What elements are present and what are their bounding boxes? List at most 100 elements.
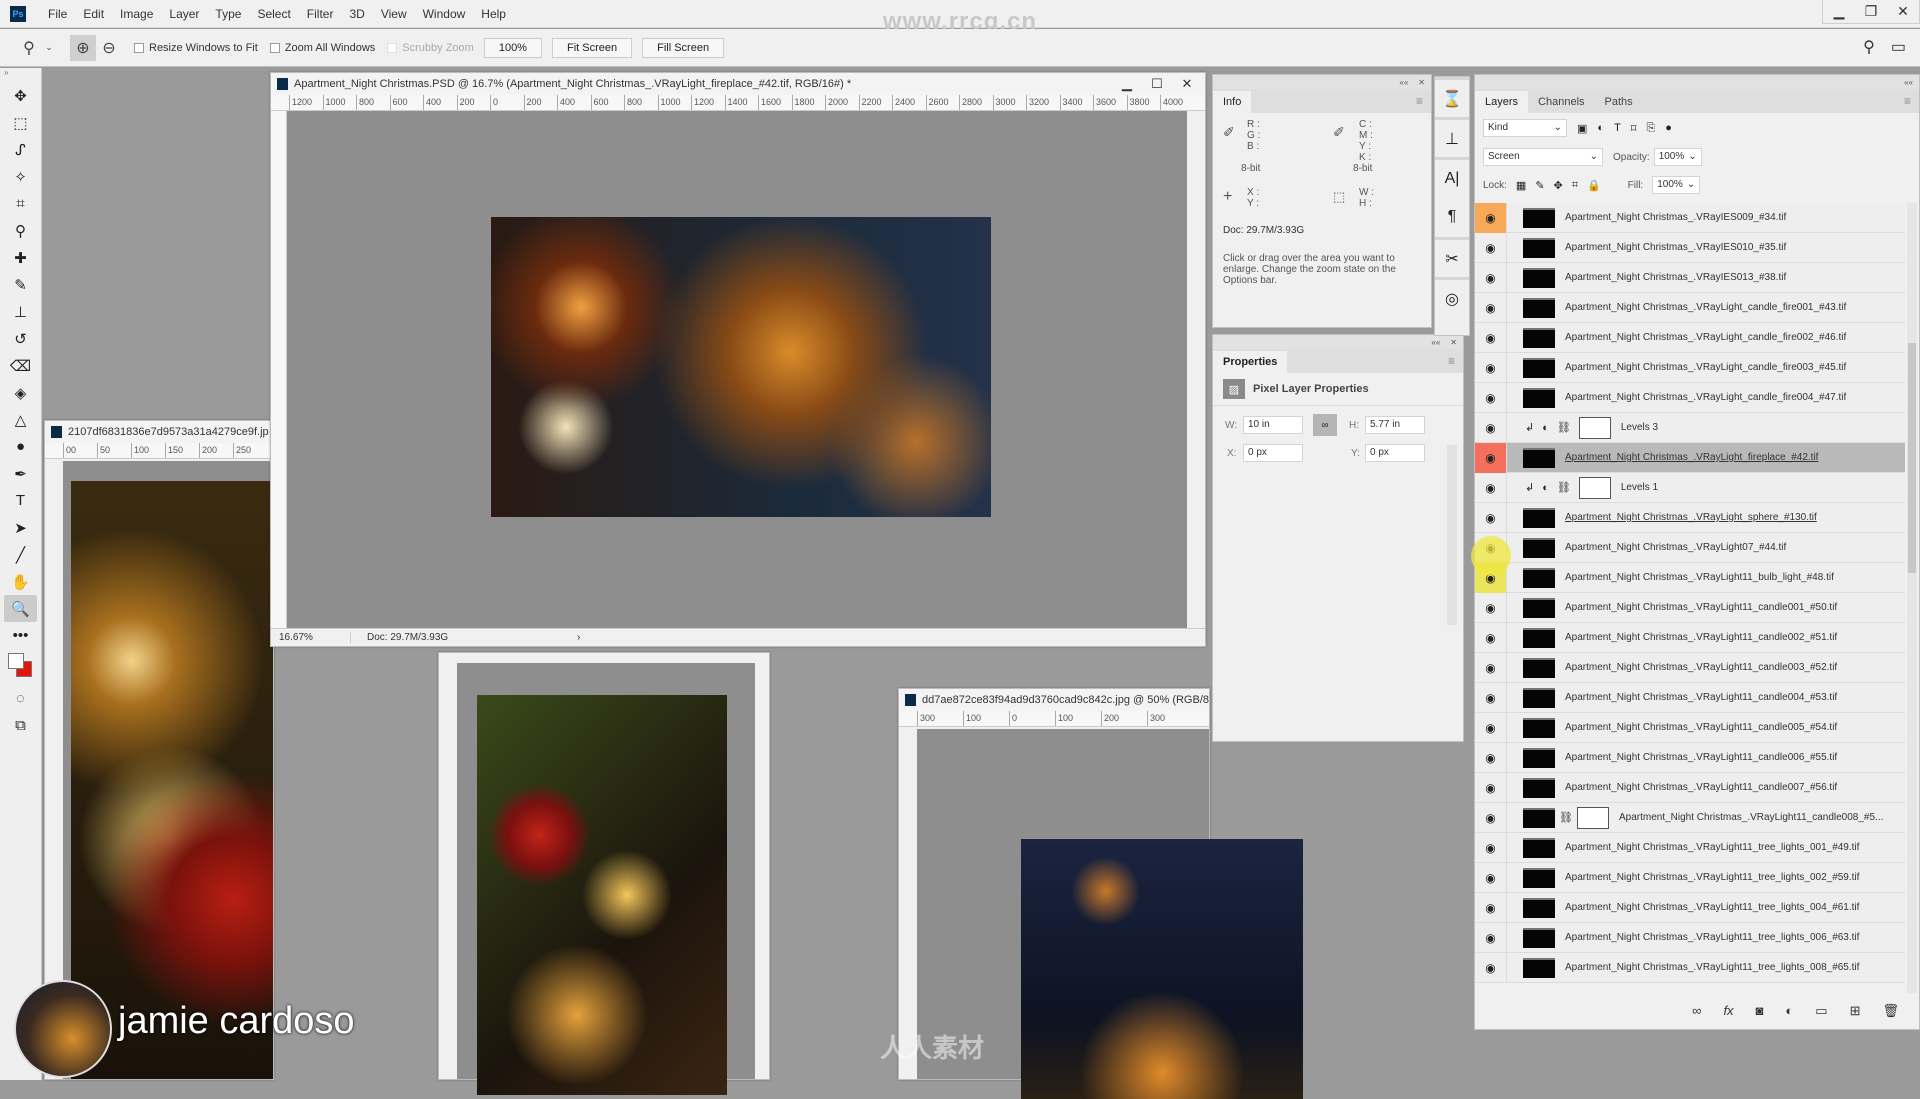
- menu-help[interactable]: Help: [473, 7, 514, 21]
- brush-tool-icon[interactable]: ✎: [0, 271, 41, 298]
- layer-row[interactable]: ◉ Apartment_Night Christmas_.VRayLight11_…: [1475, 922, 1905, 953]
- layer-filter-select[interactable]: Kind ⌄: [1483, 119, 1567, 137]
- x-field[interactable]: 0 px: [1243, 444, 1303, 462]
- menu-file[interactable]: File: [40, 7, 75, 21]
- pen-tool-icon[interactable]: ✒: [0, 460, 41, 487]
- menu-type[interactable]: Type: [207, 7, 249, 21]
- layer-row[interactable]: ◉ Apartment_Night Christmas_.VRayLight_ca…: [1475, 382, 1905, 413]
- layer-row[interactable]: ◉ ⛓ Apartment_Night Christmas_.VRayLight11…: [1475, 802, 1905, 833]
- menu-select[interactable]: Select: [249, 7, 298, 21]
- zoom-tool-icon[interactable]: 🔍: [4, 595, 37, 622]
- fill-screen-button[interactable]: Fill Screen: [642, 37, 725, 58]
- visibility-eye-icon[interactable]: ◉: [1475, 502, 1507, 533]
- marquee-tool-icon[interactable]: ⬚: [0, 109, 41, 136]
- collapse-icon[interactable]: ««: [1431, 338, 1440, 347]
- layers-scrollbar[interactable]: [1907, 203, 1917, 993]
- minimize-button[interactable]: ▁: [1823, 0, 1855, 23]
- eyedropper-tool-icon[interactable]: ⚲: [0, 217, 41, 244]
- paragraph-icon[interactable]: ¶: [1435, 197, 1469, 237]
- search-icon[interactable]: ⚲: [1863, 37, 1875, 57]
- visibility-eye-icon[interactable]: ◉: [1475, 622, 1507, 653]
- visibility-eye-icon[interactable]: ◉: [1475, 772, 1507, 803]
- blend-mode-select[interactable]: Screen ⌄: [1483, 148, 1603, 166]
- layer-row[interactable]: ◉ Apartment_Night Christmas_.VRayLight_ca…: [1475, 352, 1905, 383]
- document-title-left[interactable]: 2107df6831836e7d9573a31a4279ce9f.jp: [45, 421, 273, 443]
- lock-all-icon[interactable]: 🔒: [1587, 179, 1601, 192]
- menu-image[interactable]: Image: [112, 7, 161, 21]
- visibility-eye-icon[interactable]: ◉: [1475, 652, 1507, 683]
- quick-mask-icon[interactable]: ◌: [0, 685, 41, 712]
- visibility-eye-icon[interactable]: ◉: [1475, 292, 1507, 323]
- visibility-eye-icon[interactable]: ◉: [1475, 352, 1507, 383]
- panel-menu-icon[interactable]: ≡: [1416, 94, 1423, 108]
- canvas-area[interactable]: [287, 111, 1187, 628]
- new-adjustment-icon[interactable]: ◐: [1785, 1003, 1793, 1019]
- new-layer-icon[interactable]: ⊞: [1850, 1003, 1861, 1019]
- layer-row[interactable]: ◉ Apartment_Night Christmas_.VRayLight11_…: [1475, 712, 1905, 743]
- visibility-eye-icon[interactable]: ◉: [1475, 262, 1507, 293]
- close-panel-icon[interactable]: ✕: [1418, 78, 1425, 87]
- new-group-icon[interactable]: ▭: [1815, 1003, 1827, 1019]
- visibility-eye-icon[interactable]: ◉: [1475, 832, 1507, 863]
- fit-screen-button[interactable]: Fit Screen: [551, 37, 633, 58]
- layer-row[interactable]: ◉ ↲ ◐ ⛓ Levels 1: [1475, 472, 1905, 503]
- menu-3d[interactable]: 3D: [341, 7, 372, 21]
- screen-mode-icon[interactable]: ⧉: [0, 712, 41, 739]
- layer-row[interactable]: ◉ Apartment_Night Christmas_.VRayLight_ca…: [1475, 322, 1905, 353]
- character-icon[interactable]: A|: [1435, 157, 1469, 197]
- canvas-area[interactable]: [63, 461, 273, 1079]
- menu-edit[interactable]: Edit: [75, 7, 112, 21]
- properties-scrollbar[interactable]: [1447, 445, 1457, 625]
- lock-transparent-icon[interactable]: ▦: [1516, 179, 1526, 192]
- filter-smart-object-icon[interactable]: ⎘: [1646, 122, 1655, 135]
- tab-layers[interactable]: Layers: [1475, 91, 1529, 113]
- line-tool-icon[interactable]: ╱: [0, 541, 41, 568]
- visibility-eye-icon[interactable]: ◉: [1475, 892, 1507, 923]
- tool-presets-icon[interactable]: ✂: [1435, 237, 1469, 277]
- history-brush-tool-icon[interactable]: ↺: [0, 325, 41, 352]
- link-dimensions-icon[interactable]: ∞: [1313, 414, 1337, 436]
- history-icon[interactable]: ⌛: [1435, 77, 1469, 117]
- foreground-color[interactable]: [8, 653, 24, 669]
- visibility-eye-icon[interactable]: ◉: [1475, 922, 1507, 953]
- tab-properties[interactable]: Properties: [1213, 351, 1288, 373]
- tab-paths[interactable]: Paths: [1595, 91, 1643, 113]
- close-panel-icon[interactable]: ✕: [1450, 338, 1457, 347]
- doc-maximize-button[interactable]: ☐: [1143, 75, 1171, 93]
- magic-wand-tool-icon[interactable]: ✧: [0, 163, 41, 190]
- menu-filter[interactable]: Filter: [299, 7, 342, 21]
- y-field[interactable]: 0 px: [1365, 444, 1425, 462]
- blur-tool-icon[interactable]: △: [0, 406, 41, 433]
- eraser-tool-icon[interactable]: ⌫: [0, 352, 41, 379]
- restore-button[interactable]: ❐: [1855, 0, 1887, 23]
- visibility-eye-icon[interactable]: ◉: [1475, 322, 1507, 353]
- layer-row[interactable]: ◉ Apartment_Night Christmas_.VRayIES009_#…: [1475, 203, 1905, 233]
- layer-row[interactable]: ◉ Apartment_Night Christmas_.VRayLight_sp…: [1475, 502, 1905, 533]
- opacity-field[interactable]: 100% ⌄: [1653, 148, 1702, 166]
- visibility-eye-icon[interactable]: ◉: [1475, 203, 1507, 233]
- expand-toolbar-icon[interactable]: »: [0, 68, 41, 82]
- menu-window[interactable]: Window: [415, 7, 474, 21]
- filter-pixel-icon[interactable]: ▣: [1577, 122, 1587, 135]
- type-tool-icon[interactable]: T: [0, 487, 41, 514]
- stamp-tool-icon[interactable]: ⊥: [0, 298, 41, 325]
- layer-row[interactable]: ◉ Apartment_Night Christmas_.VRayLight11_…: [1475, 862, 1905, 893]
- zoom-tool-preset-icon[interactable]: ⚲: [16, 35, 42, 61]
- layer-row[interactable]: ◉ Apartment_Night Christmas_.VRayLight11_…: [1475, 562, 1905, 593]
- layer-row[interactable]: ◉ Apartment_Night Christmas_.VRayLight11_…: [1475, 832, 1905, 863]
- menu-view[interactable]: View: [373, 7, 415, 21]
- lock-artboard-icon[interactable]: ⌗: [1572, 179, 1578, 192]
- visibility-eye-icon[interactable]: ◉: [1475, 382, 1507, 413]
- canvas-area[interactable]: [457, 663, 755, 1095]
- layer-row[interactable]: ◉ Apartment_Night Christmas_.VRayLight11_…: [1475, 952, 1905, 983]
- lock-paint-icon[interactable]: ✎: [1535, 179, 1544, 192]
- move-tool-icon[interactable]: ✥: [0, 82, 41, 109]
- visibility-eye-icon[interactable]: ◉: [1475, 682, 1507, 713]
- filter-toggle-icon[interactable]: ●: [1665, 122, 1672, 134]
- visibility-eye-icon[interactable]: ◉: [1475, 442, 1507, 473]
- layer-row[interactable]: ◉ Apartment_Night Christmas_.VRayLight_ca…: [1475, 292, 1905, 323]
- document-title-right[interactable]: dd7ae872ce83f94ad9d3760cad9c842c.jpg @ 5…: [899, 689, 1209, 711]
- visibility-eye-icon[interactable]: ◉: [1475, 412, 1507, 443]
- visibility-eye-icon[interactable]: ◉: [1475, 802, 1507, 833]
- visibility-eye-icon[interactable]: ◉: [1475, 592, 1507, 623]
